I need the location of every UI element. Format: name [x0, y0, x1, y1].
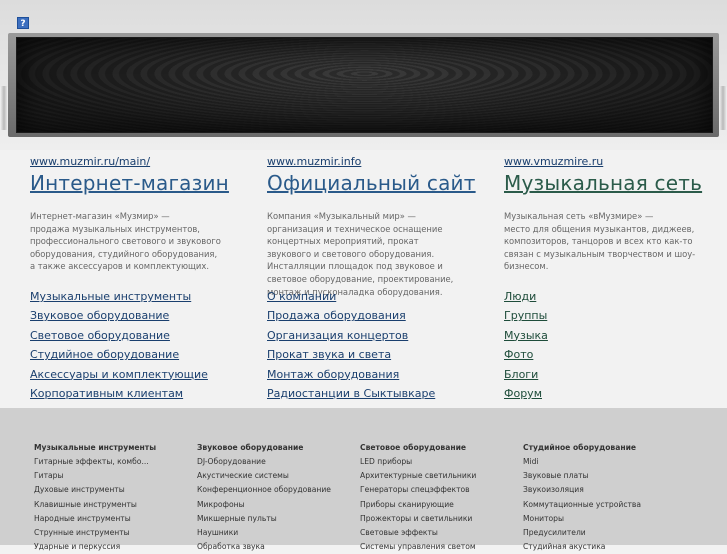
link-light-equipment[interactable]: Световое оборудование: [30, 326, 208, 345]
column-title[interactable]: Официальный сайт: [267, 170, 487, 196]
left-bolt-decoration: [0, 86, 8, 130]
footer-heading[interactable]: Световое оборудование: [360, 441, 476, 455]
header-band: ?: [0, 0, 727, 150]
banner-image: [16, 37, 713, 133]
footer-item[interactable]: Коммутационные устройства: [523, 498, 641, 512]
footer-item[interactable]: Обработка звука: [197, 540, 331, 554]
help-icon[interactable]: ?: [17, 17, 29, 29]
footer-item[interactable]: DJ-Оборудование: [197, 455, 331, 469]
footer-item[interactable]: Системы управления светом: [360, 540, 476, 554]
column-network: www.vmuzmire.ru Музыкальная сеть Музыкал…: [504, 155, 724, 400]
footer-heading[interactable]: Звуковое оборудование: [197, 441, 331, 455]
column-url[interactable]: www.muzmir.ru/main/: [30, 155, 250, 168]
link-music[interactable]: Музыка: [504, 326, 548, 345]
footer-item[interactable]: Студийная акустика: [523, 540, 641, 554]
link-forum[interactable]: Форум: [504, 384, 548, 403]
link-photo[interactable]: Фото: [504, 345, 548, 364]
link-rental[interactable]: Прокат звука и света: [267, 345, 435, 364]
link-musical-instruments[interactable]: Музыкальные инструменты: [30, 287, 208, 306]
footer-item[interactable]: Струнные инструменты: [34, 526, 156, 540]
column-official: www.muzmir.info Официальный сайт Компани…: [267, 155, 487, 400]
footer-item[interactable]: Конференционное оборудование: [197, 483, 331, 497]
footer-item[interactable]: Предусилители: [523, 526, 641, 540]
footer-column-light: Световое оборудование LED приборы Архите…: [360, 441, 476, 554]
column-title[interactable]: Музыкальная сеть: [504, 170, 724, 196]
footer-item[interactable]: Прожекторы и светильники: [360, 512, 476, 526]
column-links: Музыкальные инструменты Звуковое оборудо…: [30, 287, 208, 403]
footer-item[interactable]: Духовые инструменты: [34, 483, 156, 497]
footer-column-sound: Звуковое оборудование DJ-Оборудование Ак…: [197, 441, 331, 554]
footer-item[interactable]: Приборы сканирующие: [360, 498, 476, 512]
footer-item[interactable]: Наушники: [197, 526, 331, 540]
footer-item[interactable]: Световые эффекты: [360, 526, 476, 540]
footer-item[interactable]: Midi: [523, 455, 641, 469]
link-sound-equipment[interactable]: Звуковое оборудование: [30, 306, 208, 325]
footer-item[interactable]: Народные инструменты: [34, 512, 156, 526]
footer-item[interactable]: Клавишные инструменты: [34, 498, 156, 512]
footer-column-studio: Студийное оборудование Midi Звуковые пла…: [523, 441, 641, 554]
footer-item[interactable]: Акустические системы: [197, 469, 331, 483]
footer-item[interactable]: Микшерные пульты: [197, 512, 331, 526]
column-description: Интернет-магазин «Музмир» — продажа музы…: [30, 211, 221, 272]
link-accessories[interactable]: Аксессуары и комплектующие: [30, 365, 208, 384]
link-concerts[interactable]: Организация концертов: [267, 326, 435, 345]
column-description: Музыкальная сеть «вМузмире» — место для …: [504, 211, 696, 272]
column-shop: www.muzmir.ru/main/ Интернет-магазин Инт…: [30, 155, 250, 400]
footer-item[interactable]: Микрофоны: [197, 498, 331, 512]
footer-item[interactable]: Ударные и перкуссия: [34, 540, 156, 554]
footer-item[interactable]: Архитектурные светильники: [360, 469, 476, 483]
link-corporate-clients[interactable]: Корпоративным клиентам: [30, 384, 208, 403]
footer-heading[interactable]: Музыкальные инструменты: [34, 441, 156, 455]
footer-heading[interactable]: Студийное оборудование: [523, 441, 641, 455]
link-about[interactable]: О компании: [267, 287, 435, 306]
column-url[interactable]: www.muzmir.info: [267, 155, 487, 168]
column-url[interactable]: www.vmuzmire.ru: [504, 155, 724, 168]
footer-item[interactable]: LED приборы: [360, 455, 476, 469]
column-links: О компании Продажа оборудования Организа…: [267, 287, 435, 403]
link-groups[interactable]: Группы: [504, 306, 548, 325]
footer-item[interactable]: Звуковые платы: [523, 469, 641, 483]
link-installation[interactable]: Монтаж оборудования: [267, 365, 435, 384]
footer-column-instruments: Музыкальные инструменты Гитарные эффекты…: [34, 441, 156, 554]
footer: Музыкальные инструменты Гитарные эффекты…: [0, 408, 727, 551]
footer-item[interactable]: Мониторы: [523, 512, 641, 526]
link-blogs[interactable]: Блоги: [504, 365, 548, 384]
column-title[interactable]: Интернет-магазин: [30, 170, 250, 196]
column-links: Люди Группы Музыка Фото Блоги Форум: [504, 287, 548, 403]
footer-item[interactable]: Гитары: [34, 469, 156, 483]
link-people[interactable]: Люди: [504, 287, 548, 306]
link-equipment-sales[interactable]: Продажа оборудования: [267, 306, 435, 325]
column-description: Компания «Музыкальный мир» — организация…: [267, 211, 454, 297]
footer-item[interactable]: Звукоизоляция: [523, 483, 641, 497]
link-studio-equipment[interactable]: Студийное оборудование: [30, 345, 208, 364]
link-radio[interactable]: Радиостанции в Сыктывкаре: [267, 384, 435, 403]
footer-item[interactable]: Гитарные эффекты, комбо...: [34, 455, 156, 469]
footer-item[interactable]: Генераторы спецэффектов: [360, 483, 476, 497]
right-bolt-decoration: [719, 86, 727, 130]
